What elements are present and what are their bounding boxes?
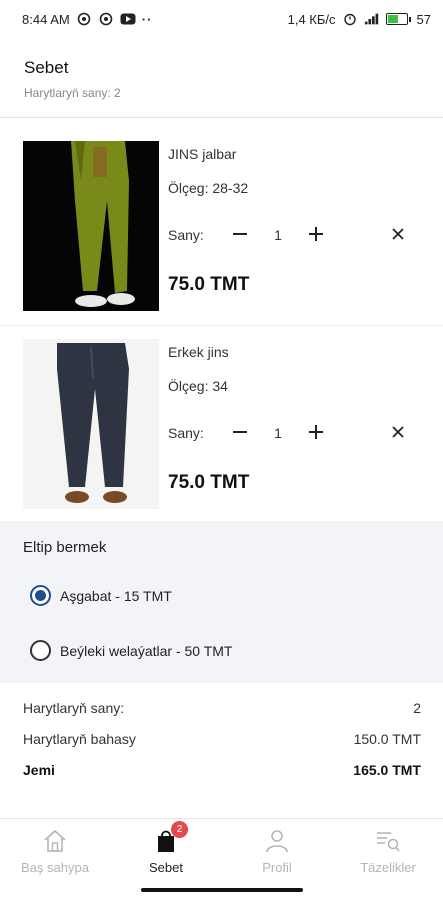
summary-row-total: Jemi 165.0 TMT bbox=[23, 762, 421, 793]
delivery-option-label: Beýleki welaýatlar - 50 TMT bbox=[60, 642, 233, 659]
shopping-bag-icon: 2 bbox=[152, 821, 188, 855]
items-count-subtitle: Harytlaryň sany: 2 bbox=[24, 86, 121, 100]
quantity-value: 1 bbox=[274, 425, 282, 441]
product-name: Erkek jins bbox=[168, 344, 229, 360]
summary-row-count: Harytlaryň sany: 2 bbox=[23, 700, 421, 731]
cart-item: Erkek jins Ölçeg: 34 Sany: 1 75.0 TMT bbox=[0, 325, 443, 521]
summary-row-price: Harytlaryň bahasy 150.0 TMT bbox=[23, 731, 421, 762]
plus-icon bbox=[309, 425, 323, 439]
radio-button-checked[interactable] bbox=[30, 585, 51, 606]
nav-item-home[interactable]: Baş sahypa bbox=[0, 827, 110, 875]
product-size: Ölçeg: 28-32 bbox=[168, 180, 249, 196]
summary-value: 2 bbox=[413, 700, 421, 716]
nav-label: Täzelikler bbox=[360, 860, 416, 875]
nav-item-news[interactable]: Täzelikler bbox=[333, 827, 443, 875]
battery-icon bbox=[385, 13, 411, 25]
quantity-label: Sany: bbox=[168, 425, 204, 441]
delivery-option-other-regions[interactable]: Beýleki welaýatlar - 50 TMT bbox=[30, 640, 232, 661]
decrease-quantity-button[interactable] bbox=[228, 420, 252, 444]
quantity-value: 1 bbox=[274, 227, 282, 243]
nav-item-profile[interactable]: Profil bbox=[222, 827, 332, 875]
minus-icon bbox=[233, 233, 247, 235]
order-summary: Harytlaryň sany: 2 Harytlaryň bahasy 150… bbox=[23, 700, 421, 793]
more-dots-icon: ·· bbox=[141, 11, 153, 27]
remove-item-button[interactable] bbox=[386, 420, 410, 444]
close-icon bbox=[392, 228, 404, 240]
delivery-option-ashgabat[interactable]: Aşgabat - 15 TMT bbox=[30, 585, 172, 606]
product-price: 75.0 TMT bbox=[168, 472, 250, 493]
home-icon bbox=[41, 827, 69, 855]
signal-icon bbox=[364, 11, 380, 27]
whatsapp-icon bbox=[76, 11, 92, 27]
product-image-green-pants[interactable] bbox=[23, 141, 159, 311]
summary-value: 150.0 TMT bbox=[353, 731, 421, 747]
battery-fill bbox=[387, 15, 398, 23]
delivery-section: Eltip bermek Aşgabat - 15 TMT Beýleki we… bbox=[0, 521, 443, 683]
news-search-icon bbox=[374, 827, 402, 855]
product-name: JINS jalbar bbox=[168, 146, 237, 162]
plus-icon bbox=[309, 227, 323, 241]
home-indicator bbox=[141, 888, 303, 892]
status-left: 8:44 AM ·· bbox=[22, 11, 152, 27]
close-icon bbox=[392, 426, 404, 438]
nav-item-cart[interactable]: 2 Sebet bbox=[111, 821, 221, 875]
decrease-quantity-button[interactable] bbox=[228, 222, 252, 246]
battery-percent: 57 bbox=[416, 11, 431, 27]
product-price: 75.0 TMT bbox=[168, 274, 250, 295]
quantity-label: Sany: bbox=[168, 227, 204, 243]
status-bar: 8:44 AM ·· 1,4 КБ/с 57 bbox=[0, 0, 443, 38]
page-header: Sebet Harytlaryň sany: 2 bbox=[24, 58, 121, 100]
youtube-icon bbox=[120, 11, 136, 27]
whatsapp-icon bbox=[98, 11, 114, 27]
remove-item-button[interactable] bbox=[386, 222, 410, 246]
bottom-navigation: Baş sahypa 2 Sebet Profil Täzelikler bbox=[0, 818, 443, 900]
total-value: 165.0 TMT bbox=[353, 762, 421, 778]
cart-badge: 2 bbox=[171, 821, 188, 838]
status-right: 1,4 КБ/с 57 bbox=[288, 11, 431, 27]
cart-item: JINS jalbar Ölçeg: 28-32 Sany: 1 75.0 TM… bbox=[0, 128, 443, 324]
radio-button-unchecked[interactable] bbox=[30, 640, 51, 661]
nav-label: Baş sahypa bbox=[21, 860, 89, 875]
alarm-icon bbox=[342, 11, 358, 27]
minus-icon bbox=[233, 431, 247, 433]
summary-label: Harytlaryň sany: bbox=[23, 700, 125, 716]
page-title: Sebet bbox=[24, 58, 69, 77]
product-size: Ölçeg: 34 bbox=[168, 378, 228, 394]
header-divider bbox=[0, 117, 443, 118]
delivery-title: Eltip bermek bbox=[23, 539, 107, 556]
nav-label: Sebet bbox=[149, 860, 183, 875]
user-icon bbox=[263, 827, 291, 855]
status-time: 8:44 AM bbox=[22, 11, 70, 27]
increase-quantity-button[interactable] bbox=[304, 222, 328, 246]
nav-label: Profil bbox=[262, 860, 292, 875]
increase-quantity-button[interactable] bbox=[304, 420, 328, 444]
network-speed: 1,4 КБ/с bbox=[287, 11, 336, 27]
total-label: Jemi bbox=[23, 762, 55, 778]
product-image-jeans[interactable] bbox=[23, 339, 159, 509]
summary-label: Harytlaryň bahasy bbox=[23, 731, 136, 747]
delivery-option-label: Aşgabat - 15 TMT bbox=[60, 587, 172, 604]
